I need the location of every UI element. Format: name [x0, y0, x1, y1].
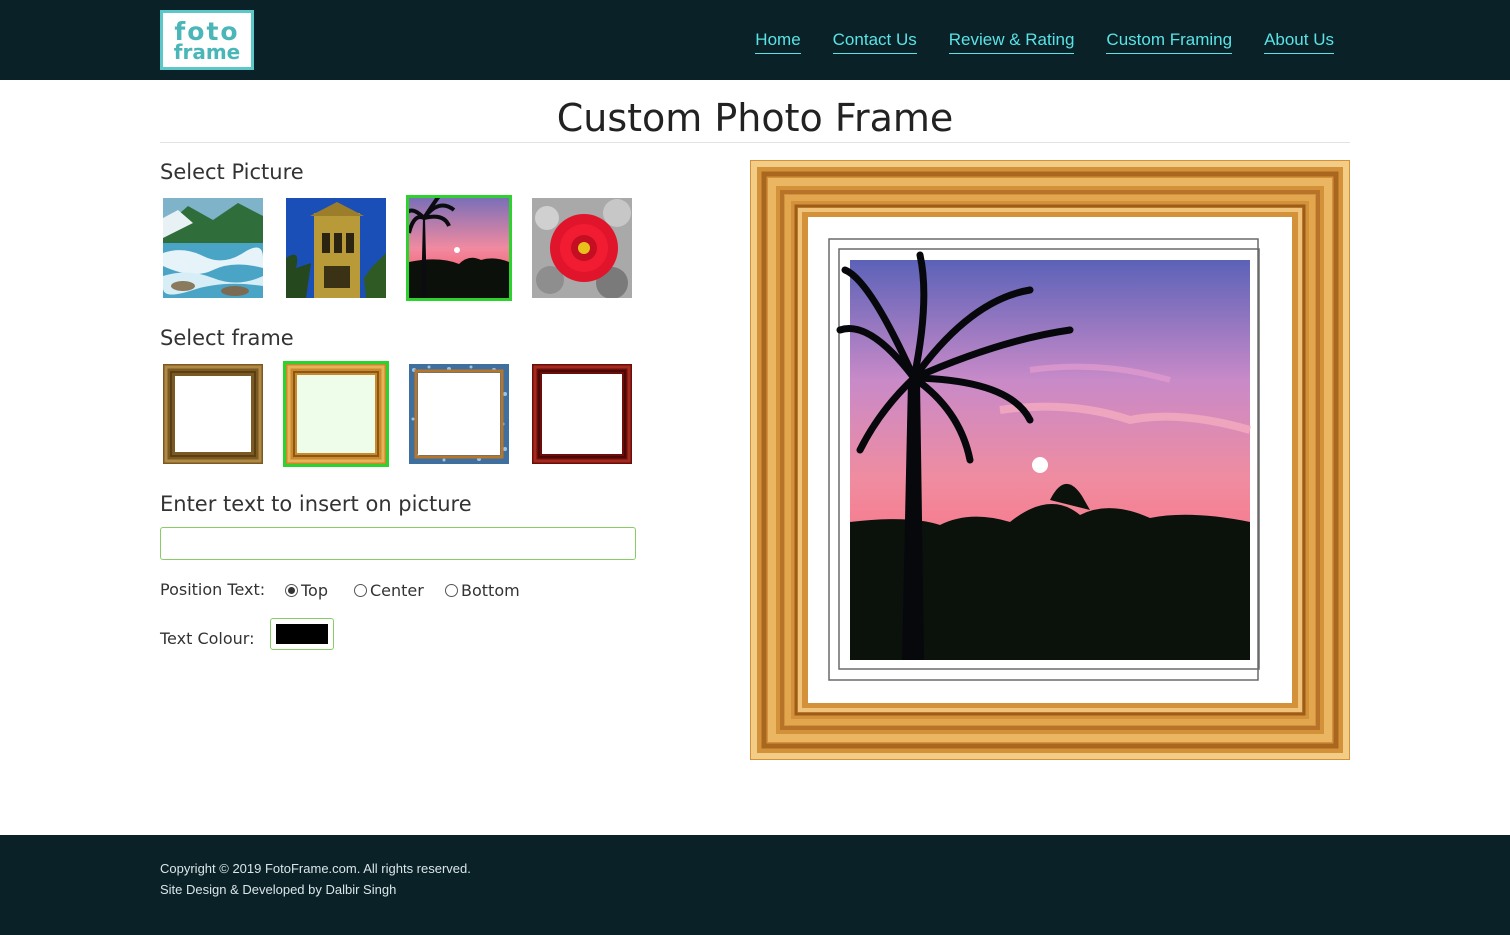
picture-thumb-flower[interactable] — [532, 198, 632, 298]
nav-about-us[interactable]: About Us — [1264, 30, 1334, 54]
position-radio-center[interactable]: Center — [354, 581, 424, 600]
frame-thumb-blue-stone[interactable] — [409, 364, 509, 464]
frame-thumb-red-wood[interactable] — [532, 364, 632, 464]
framed-photo-preview — [750, 160, 1350, 760]
position-radio-bottom[interactable]: Bottom — [445, 581, 520, 600]
title-divider — [160, 142, 1350, 143]
text-colour-label: Text Colour: — [160, 629, 255, 648]
footer-copyright: Copyright © 2019 FotoFrame.com. All righ… — [160, 861, 471, 876]
select-frame-label: Select frame — [160, 326, 294, 350]
nav-home[interactable]: Home — [755, 30, 801, 54]
colour-swatch — [276, 624, 328, 644]
page-title: Custom Photo Frame — [556, 96, 954, 140]
insert-text-input[interactable] — [160, 527, 636, 560]
text-colour-picker[interactable] — [270, 618, 334, 650]
logo-text-bottom: frame — [173, 39, 241, 64]
nav-review-rating[interactable]: Review & Rating — [948, 30, 1075, 54]
radio-button-icon[interactable] — [354, 584, 367, 597]
radio-label-center: Center — [370, 581, 424, 600]
site-header: foto frame Home Contact Us Review & Rati… — [0, 0, 1510, 80]
nav-contact-us[interactable]: Contact Us — [832, 30, 917, 54]
frame-thumb-brown-wood[interactable] — [163, 364, 263, 464]
main-nav: Home Contact Us Review & Rating Custom F… — [755, 30, 1334, 54]
nav-custom-framing[interactable]: Custom Framing — [1106, 30, 1233, 54]
radio-label-top: Top — [301, 581, 328, 600]
radio-button-icon[interactable] — [445, 584, 458, 597]
position-radio-top[interactable]: Top — [285, 581, 328, 600]
radio-label-bottom: Bottom — [461, 581, 520, 600]
select-picture-label: Select Picture — [160, 160, 304, 184]
frame-thumb-golden-wood[interactable] — [283, 361, 389, 467]
text-insert-label: Enter text to insert on picture — [160, 492, 472, 516]
footer-credit: Site Design & Developed by Dalbir Singh — [160, 882, 397, 897]
radio-button-icon[interactable] — [285, 584, 298, 597]
picture-thumb-sunset[interactable] — [406, 195, 512, 301]
site-logo[interactable]: foto frame — [160, 10, 254, 70]
picture-thumb-church[interactable] — [286, 198, 386, 298]
picture-thumb-river[interactable] — [163, 198, 263, 298]
position-text-label: Position Text: — [160, 580, 266, 599]
site-footer: Copyright © 2019 FotoFrame.com. All righ… — [0, 835, 1510, 935]
